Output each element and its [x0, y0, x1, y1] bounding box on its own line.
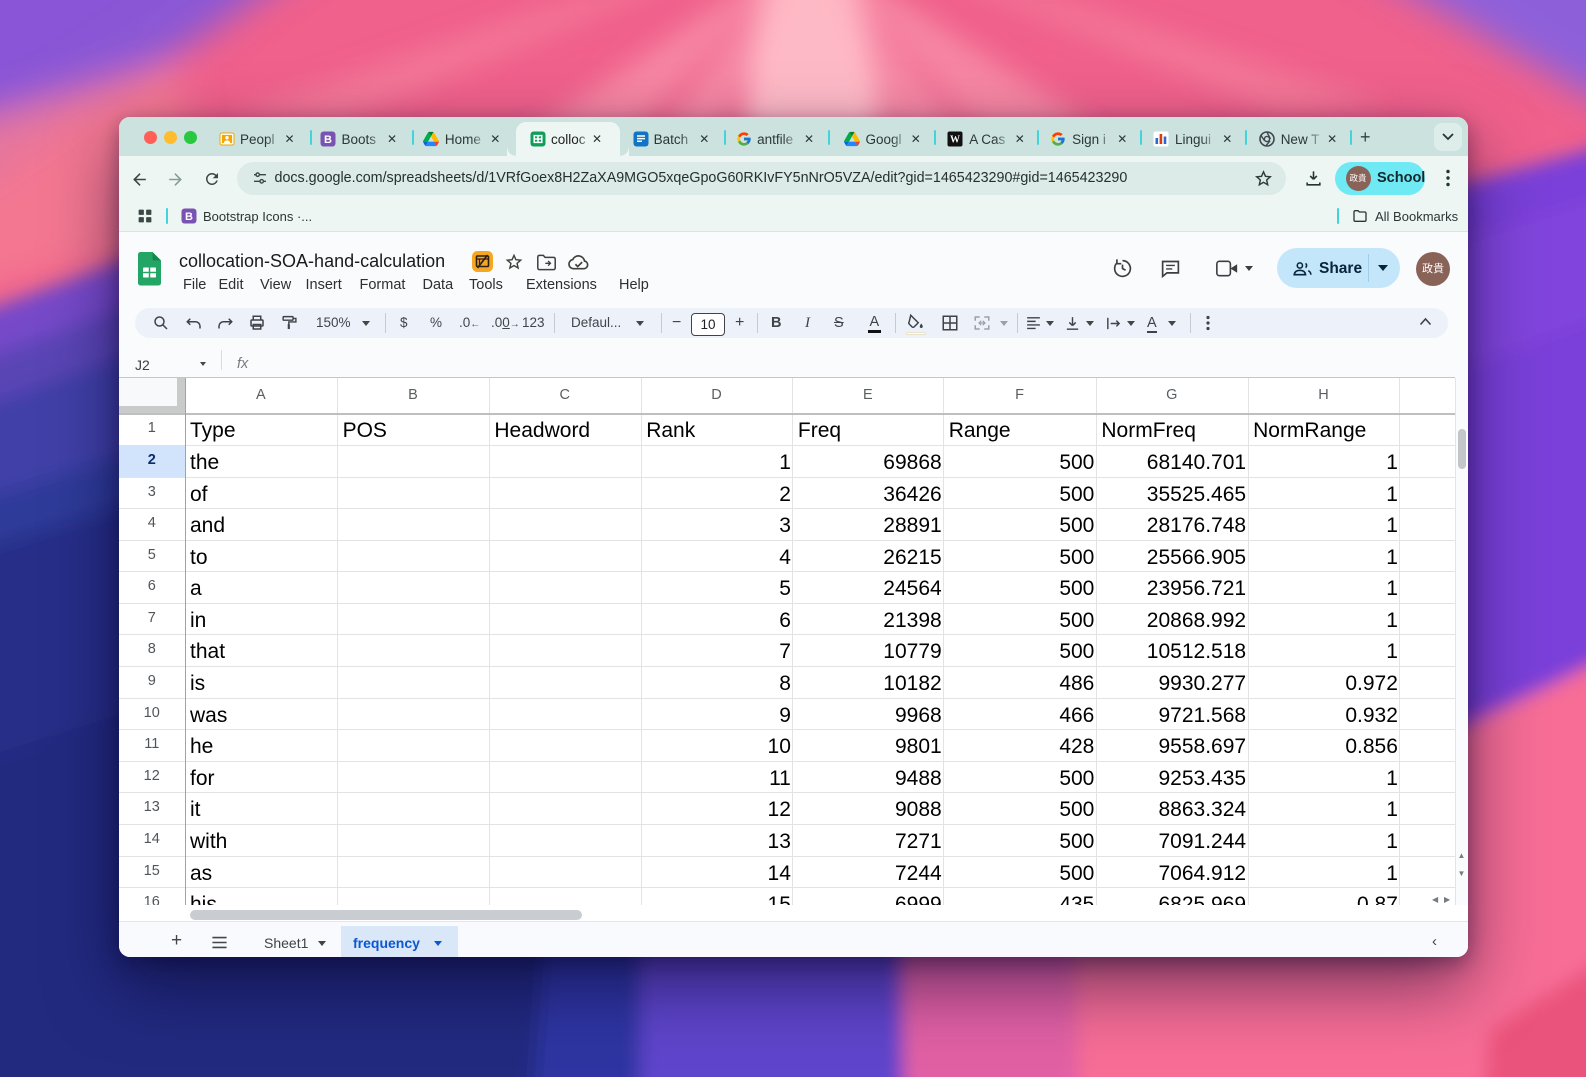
svg-text:B: B	[185, 211, 193, 223]
svg-text:B: B	[324, 134, 332, 146]
svg-text:W: W	[950, 135, 960, 146]
